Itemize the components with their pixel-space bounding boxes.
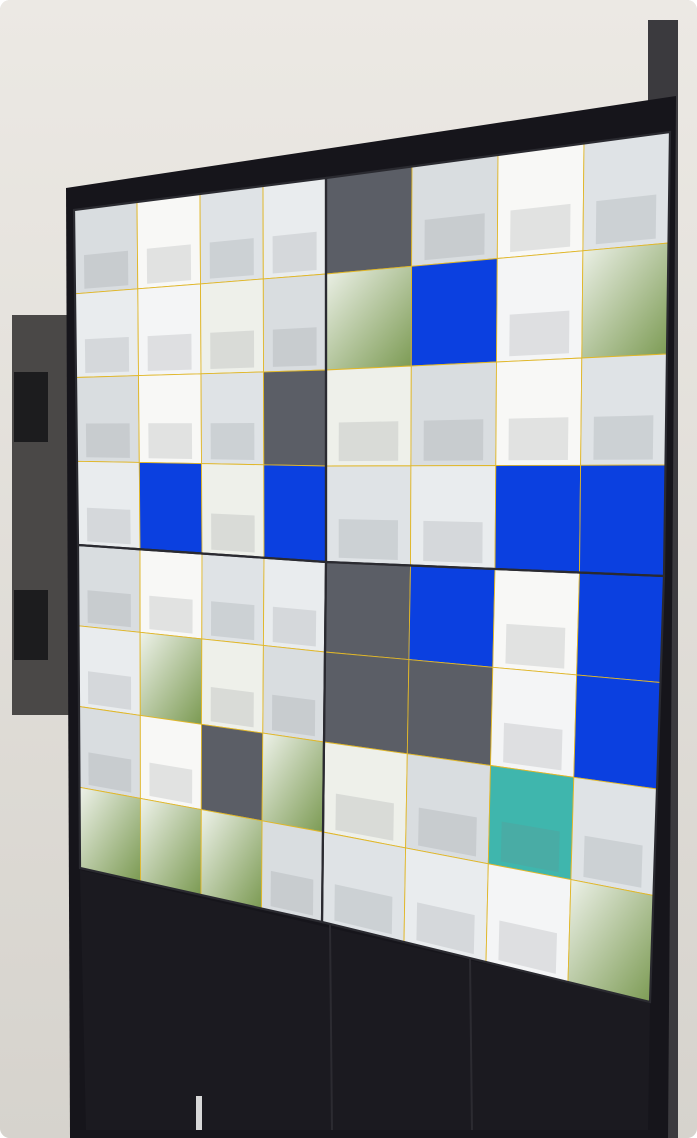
camera-tile-lower-right-r0-c0 <box>324 561 411 661</box>
camera-view-floor-upper-right-r2-c0 <box>338 421 399 462</box>
camera-tile-lower-right-r1-c0 <box>323 651 410 755</box>
cabinet-handle <box>196 1096 202 1130</box>
camera-view-floor-upper-left-r3-c2 <box>211 513 255 553</box>
camera-view-floor-upper-right-r2-c2 <box>508 417 569 461</box>
camera-tile-lower-left-r2-c3 <box>261 732 325 833</box>
camera-view-floor-lower-right-r1-c2 <box>503 722 563 771</box>
camera-view-floor-upper-left-r2-c0 <box>85 423 130 458</box>
camera-tile-upper-left-r2-c3 <box>263 369 327 467</box>
camera-tile-upper-right-r3-c2 <box>494 464 582 573</box>
camera-tile-upper-left-r3-c3 <box>263 464 327 563</box>
camera-view-floor-upper-left-r1-c0 <box>84 337 130 373</box>
camera-view-floor-upper-left-r0-c2 <box>209 238 254 279</box>
switch-box-lower <box>14 590 48 660</box>
camera-view-floor-lower-left-r0-c1 <box>149 595 193 634</box>
camera-view-floor-upper-right-r3-c1 <box>423 520 483 564</box>
camera-view-floor-upper-right-r2-c3 <box>593 415 654 460</box>
scene <box>0 0 697 1138</box>
photo <box>0 0 697 1138</box>
camera-view-floor-upper-right-r0-c1 <box>424 213 485 261</box>
camera-view-floor-upper-right-r2-c1 <box>423 419 484 461</box>
camera-tile-lower-left-r3-c2 <box>200 809 263 910</box>
camera-view-floor-lower-left-r1-c2 <box>210 687 254 728</box>
camera-view-floor-upper-left-r1-c3 <box>272 327 317 367</box>
camera-view-floor-upper-right-r0-c2 <box>510 203 571 253</box>
camera-tile-lower-left-r1-c1 <box>139 631 203 725</box>
camera-tile-upper-right-r3-c3 <box>579 464 666 577</box>
camera-tile-upper-left-r3-c1 <box>138 461 203 554</box>
camera-view-floor-upper-left-r1-c2 <box>210 330 255 369</box>
camera-view-floor-upper-left-r0-c0 <box>84 250 129 289</box>
camera-view-floor-upper-left-r3-c0 <box>86 507 131 545</box>
camera-view-floor-upper-right-r0-c3 <box>595 194 657 245</box>
camera-tile-lower-left-r2-c2 <box>200 723 264 822</box>
camera-view-floor-lower-left-r0-c0 <box>87 590 131 628</box>
camera-tile-lower-right-r0-c3 <box>576 572 665 683</box>
camera-tile-upper-right-r1-c3 <box>581 242 669 359</box>
camera-view-floor-upper-left-r2-c2 <box>210 423 255 460</box>
camera-view-floor-upper-right-r1-c2 <box>509 310 570 357</box>
camera-tile-upper-right-r1-c1 <box>410 258 498 367</box>
camera-view-floor-upper-left-r2-c1 <box>148 423 193 459</box>
camera-view-floor-upper-left-r1-c1 <box>147 333 192 371</box>
camera-view-floor-lower-left-r1-c0 <box>88 671 132 710</box>
camera-view-floor-upper-left-r0-c3 <box>272 231 317 274</box>
camera-view-floor-upper-left-r0-c1 <box>146 244 192 284</box>
camera-tile-lower-right-r1-c1 <box>406 659 494 767</box>
camera-tile-upper-right-r1-c0 <box>325 265 413 371</box>
camera-view-floor-lower-left-r0-c3 <box>272 606 317 647</box>
tile-layer <box>73 131 671 1003</box>
camera-tile-lower-right-r1-c3 <box>573 674 661 790</box>
camera-tile-upper-right-r0-c0 <box>325 165 413 275</box>
camera-view-floor-lower-left-r1-c3 <box>272 694 316 737</box>
camera-tile-lower-right-r3-c3 <box>567 879 654 1003</box>
camera-tile-lower-left-r3-c0 <box>79 786 141 883</box>
switch-box-upper <box>14 372 48 442</box>
camera-view-floor-lower-right-r0-c2 <box>505 623 566 669</box>
camera-view-floor-upper-right-r3-c0 <box>338 519 398 560</box>
camera-tile-lower-right-r0-c1 <box>408 565 496 668</box>
camera-view-floor-lower-left-r0-c2 <box>211 601 255 641</box>
camera-tile-lower-left-r3-c1 <box>139 797 202 896</box>
